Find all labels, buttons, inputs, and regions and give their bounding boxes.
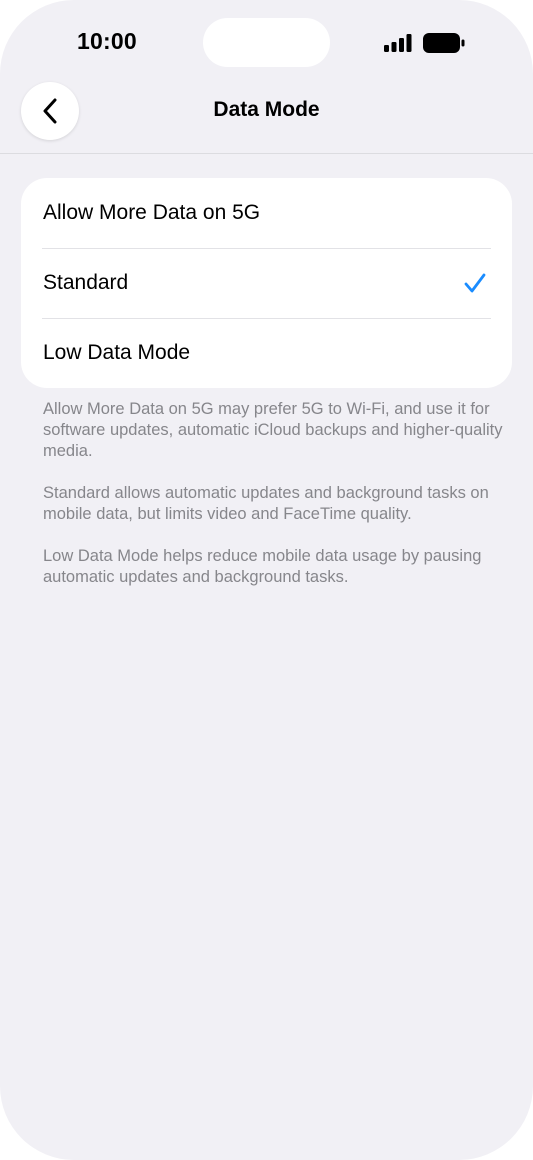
option-standard[interactable]: Standard xyxy=(21,248,512,318)
status-time: 10:00 xyxy=(77,28,137,54)
option-label: Standard xyxy=(43,271,129,294)
phone-screen: 10:00 Data Mode Allow More Data on 5G St… xyxy=(0,0,533,1160)
battery-icon xyxy=(423,33,465,53)
description-low-data-mode: Low Data Mode helps reduce mobile data u… xyxy=(43,547,482,586)
option-label: Allow More Data on 5G xyxy=(43,201,261,224)
description-allow-more-data: Allow More Data on 5G may prefer 5G to W… xyxy=(43,400,503,460)
option-label: Low Data Mode xyxy=(43,341,191,364)
options-description: Allow More Data on 5G may prefer 5G to W… xyxy=(43,399,503,609)
description-standard: Standard allows automatic updates and ba… xyxy=(43,484,489,523)
cellular-signal-icon xyxy=(384,34,412,52)
data-mode-options: Allow More Data on 5G Standard Low Data … xyxy=(21,178,512,388)
option-low-data-mode[interactable]: Low Data Mode xyxy=(21,318,512,388)
dynamic-island xyxy=(203,18,330,67)
nav-divider xyxy=(0,153,533,154)
page-title: Data Mode xyxy=(213,98,320,121)
option-allow-more-data-5g[interactable]: Allow More Data on 5G xyxy=(21,178,512,248)
checkmark-icon xyxy=(464,273,486,293)
